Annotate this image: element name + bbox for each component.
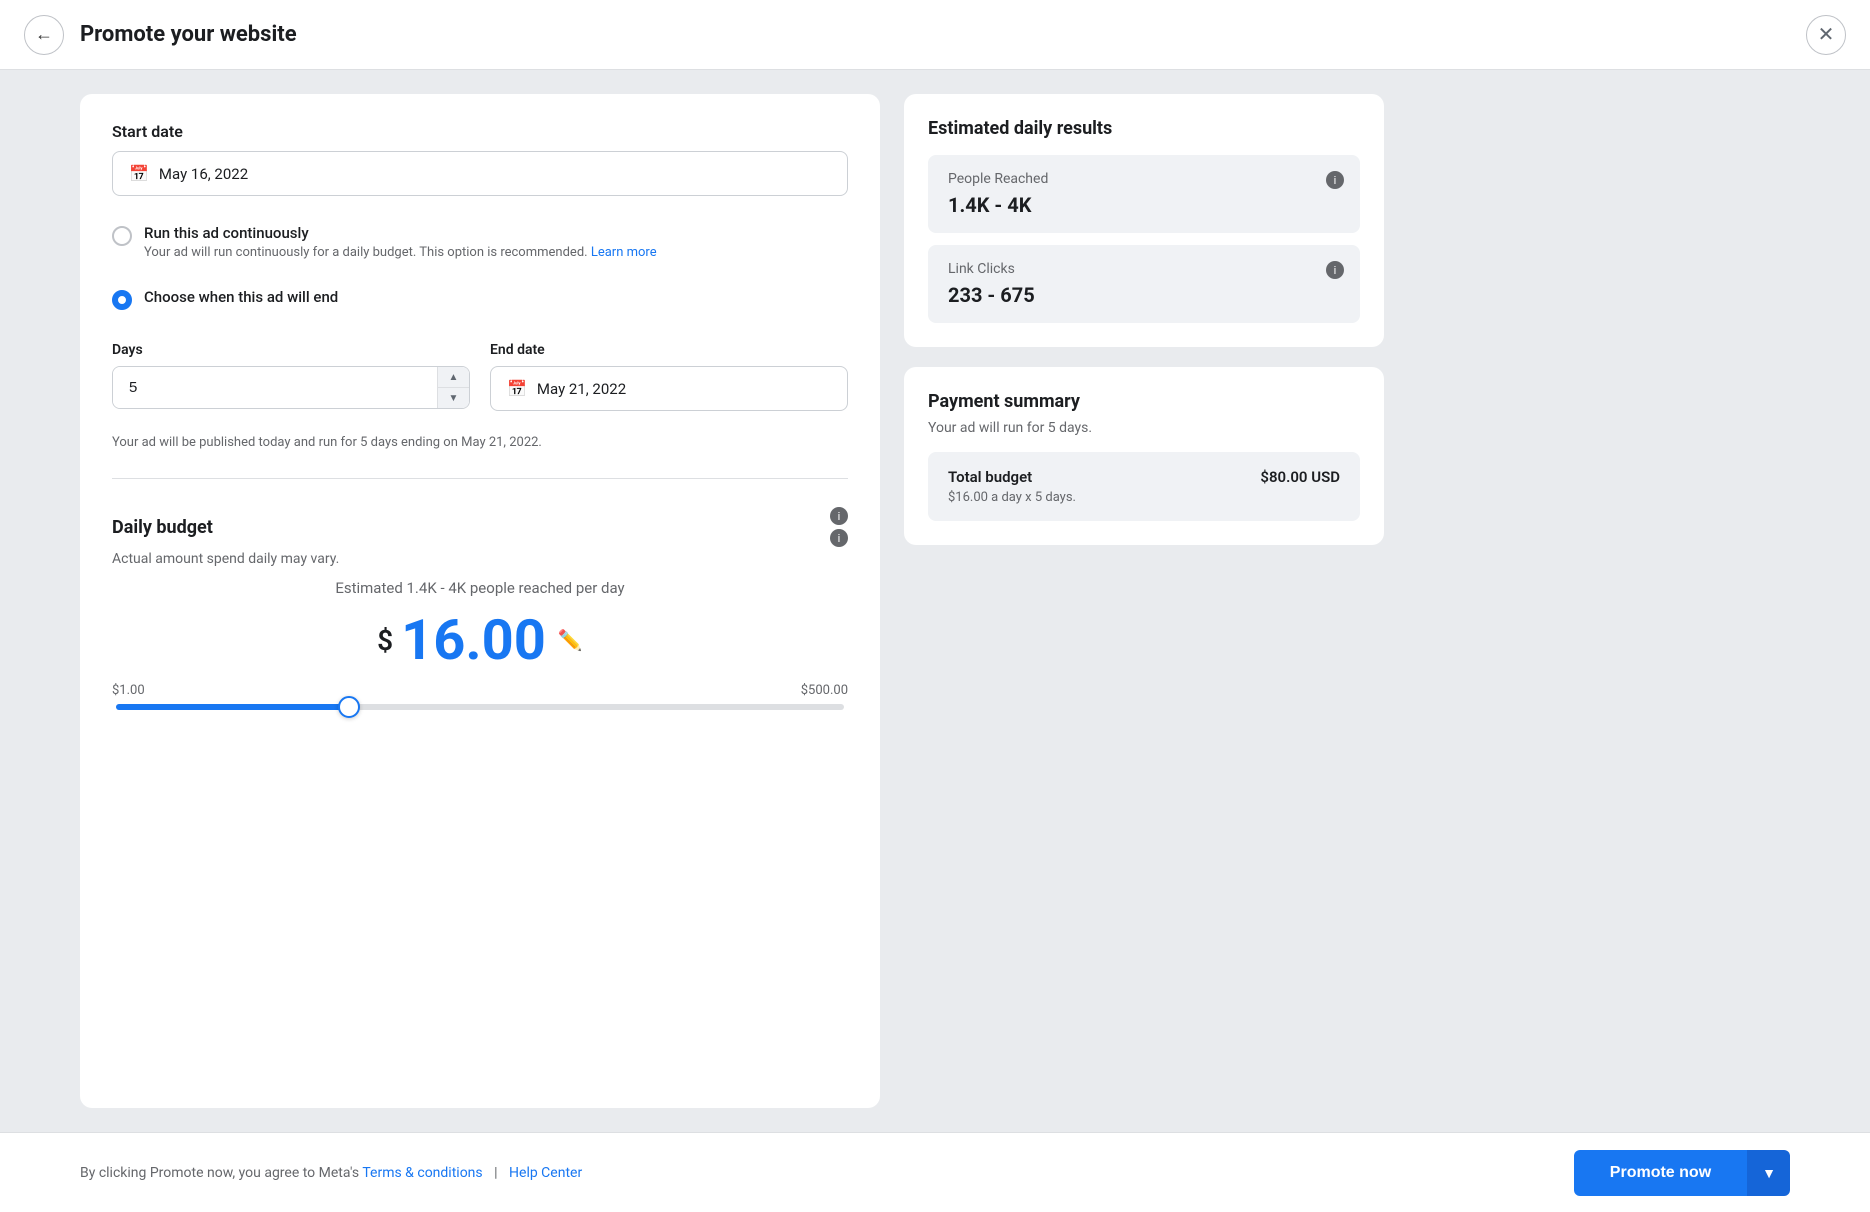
- terms-link[interactable]: Terms & conditions: [362, 1165, 482, 1181]
- budget-amount: 16.00: [401, 607, 546, 673]
- slider-fill: [116, 704, 349, 710]
- left-panel: Start date 📅 May 16, 2022 Run this ad co…: [80, 94, 880, 1108]
- close-icon: ✕: [1818, 22, 1835, 47]
- days-stepper-up[interactable]: ▲: [438, 367, 469, 388]
- footer-disclaimer: By clicking Promote now, you agree to Me…: [80, 1165, 582, 1181]
- start-date-section: Start date 📅 May 16, 2022: [112, 122, 848, 196]
- footer: By clicking Promote now, you agree to Me…: [0, 1132, 1870, 1212]
- start-date-field[interactable]: 📅 May 16, 2022: [112, 151, 848, 196]
- promote-now-button[interactable]: Promote now: [1574, 1150, 1747, 1196]
- dollar-sign: $: [377, 624, 393, 657]
- slider-container: $1.00 $500.00: [112, 683, 848, 710]
- info-icons: i i: [830, 507, 848, 547]
- disclaimer-text: By clicking Promote now, you agree to Me…: [80, 1165, 359, 1181]
- payment-subtitle: Your ad will run for 5 days.: [928, 420, 1360, 436]
- divider: [112, 478, 848, 479]
- link-clicks-label: Link Clicks: [948, 261, 1340, 277]
- calendar-icon: 📅: [129, 164, 149, 183]
- radio-continuous-label: Run this ad continuously: [144, 224, 657, 242]
- header-left: ← Promote your website: [24, 15, 297, 55]
- payment-title: Payment summary: [928, 391, 1360, 412]
- budget-subtitle: Actual amount spend daily may vary.: [112, 551, 848, 567]
- people-reached-label: People Reached: [948, 171, 1340, 187]
- enddate-section: End date 📅 May 21, 2022: [490, 342, 848, 411]
- link-clicks-value: 233 - 675: [948, 283, 1340, 307]
- total-budget-sublabel: $16.00 a day x 5 days.: [948, 490, 1076, 505]
- radio-continuous-option[interactable]: Run this ad continuously Your ad will ru…: [112, 224, 848, 260]
- dropdown-chevron-icon: ▼: [1762, 1165, 1776, 1181]
- radio-end-circle[interactable]: [112, 290, 132, 310]
- days-section: Days 5 ▲ ▼: [112, 342, 470, 411]
- radio-end-label: Choose when this ad will end: [144, 288, 338, 306]
- info-icon-2[interactable]: i: [830, 529, 848, 547]
- payment-card: Payment summary Your ad will run for 5 d…: [904, 367, 1384, 545]
- people-reached-card: People Reached 1.4K - 4K i: [928, 155, 1360, 233]
- back-icon: ←: [35, 24, 53, 45]
- days-enddate-row: Days 5 ▲ ▼ End date 📅 May 21, 2022: [112, 342, 848, 411]
- daily-budget-section: Daily budget i i Actual amount spend dai…: [112, 507, 848, 710]
- radio-continuous-sublabel: Your ad will run continuously for a dail…: [144, 245, 657, 260]
- ad-run-info: Your ad will be published today and run …: [112, 435, 848, 450]
- help-center-link[interactable]: Help Center: [509, 1165, 582, 1181]
- people-reached-value: 1.4K - 4K: [948, 193, 1340, 217]
- main-content: Start date 📅 May 16, 2022 Run this ad co…: [0, 70, 1870, 1132]
- back-button[interactable]: ←: [24, 15, 64, 55]
- budget-header: Daily budget i i: [112, 507, 848, 547]
- stepper-buttons: ▲ ▼: [437, 367, 469, 408]
- promote-dropdown-button[interactable]: ▼: [1747, 1150, 1790, 1196]
- payment-row-card: Total budget $16.00 a day x 5 days. $80.…: [928, 452, 1360, 521]
- radio-continuous-circle[interactable]: [112, 226, 132, 246]
- learn-more-link[interactable]: Learn more: [591, 245, 657, 260]
- results-title: Estimated daily results: [928, 118, 1360, 139]
- days-stepper-down[interactable]: ▼: [438, 388, 469, 408]
- slider-labels: $1.00 $500.00: [112, 683, 848, 698]
- total-budget-label: Total budget: [948, 468, 1076, 486]
- days-input-wrapper: 5 ▲ ▼: [112, 366, 470, 409]
- budget-title: Daily budget: [112, 517, 213, 538]
- info-icon-1[interactable]: i: [830, 507, 848, 525]
- payment-row: Total budget $16.00 a day x 5 days. $80.…: [948, 468, 1340, 505]
- estimate-text: Estimated 1.4K - 4K people reached per d…: [112, 579, 848, 597]
- slider-min-label: $1.00: [112, 683, 145, 698]
- end-date-label: End date: [490, 342, 848, 358]
- close-button[interactable]: ✕: [1806, 15, 1846, 55]
- header: ← Promote your website ✕: [0, 0, 1870, 70]
- edit-icon[interactable]: ✏️: [558, 628, 583, 652]
- page-title: Promote your website: [80, 22, 297, 47]
- radio-continuous-text: Run this ad continuously Your ad will ru…: [144, 224, 657, 260]
- start-date-label: Start date: [112, 122, 848, 141]
- budget-amount-row: $ 16.00 ✏️: [112, 607, 848, 673]
- radio-end-option[interactable]: Choose when this ad will end: [112, 288, 848, 310]
- slider-thumb[interactable]: [338, 696, 360, 718]
- end-date-field[interactable]: 📅 May 21, 2022: [490, 366, 848, 411]
- right-panel: Estimated daily results People Reached 1…: [904, 94, 1384, 1108]
- total-budget-amount: $80.00 USD: [1260, 468, 1340, 486]
- end-date-value: May 21, 2022: [537, 380, 626, 398]
- start-date-value: May 16, 2022: [159, 165, 248, 183]
- footer-separator: |: [494, 1165, 497, 1181]
- payment-row-left: Total budget $16.00 a day x 5 days.: [948, 468, 1076, 505]
- results-card: Estimated daily results People Reached 1…: [904, 94, 1384, 347]
- slider-track[interactable]: [116, 704, 844, 710]
- slider-max-label: $500.00: [801, 683, 848, 698]
- link-clicks-card: Link Clicks 233 - 675 i: [928, 245, 1360, 323]
- people-reached-info-icon[interactable]: i: [1326, 171, 1344, 189]
- days-input[interactable]: 5: [113, 367, 469, 408]
- end-calendar-icon: 📅: [507, 379, 527, 398]
- link-clicks-info-icon[interactable]: i: [1326, 261, 1344, 279]
- footer-actions: Promote now ▼: [1574, 1150, 1790, 1196]
- days-label: Days: [112, 342, 470, 358]
